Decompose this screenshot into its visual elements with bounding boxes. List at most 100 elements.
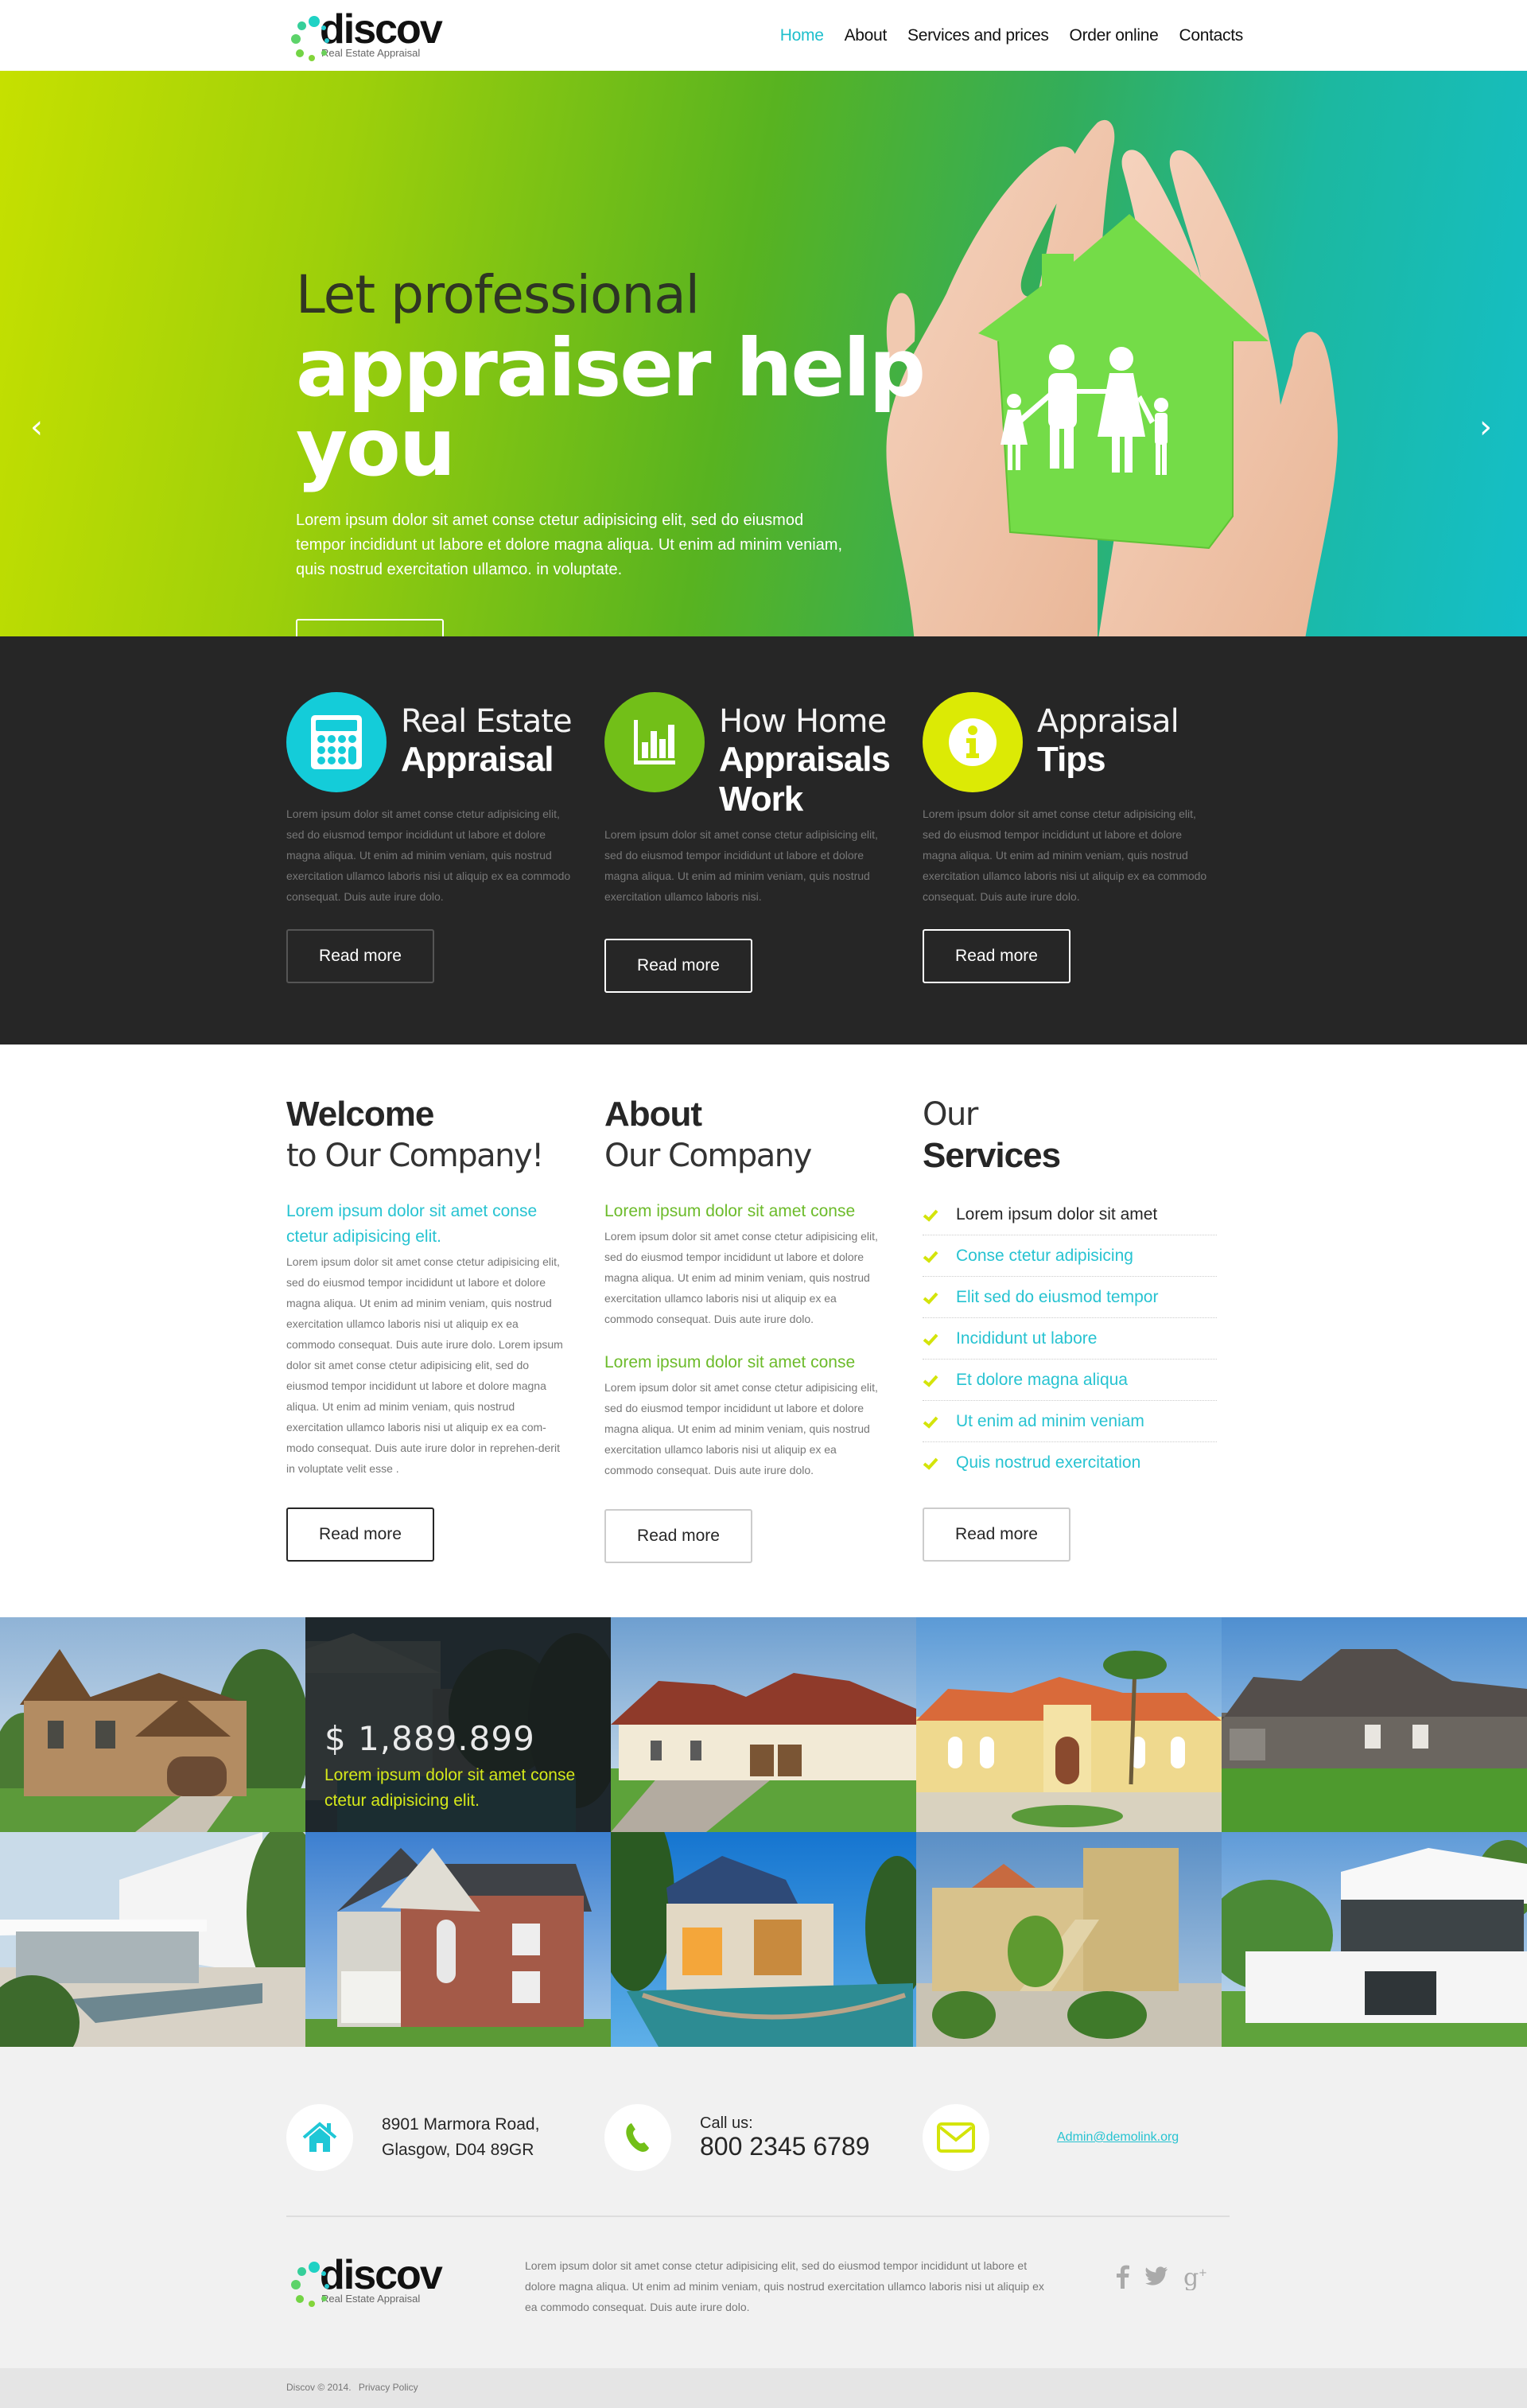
property-gallery: $ 1,889.899 Lorem ipsum dolor sit amet c… [0,1617,1527,2047]
footer-text: Lorem ipsum dolor sit amet conse ctetur … [525,2259,1044,2313]
services-read-more-button[interactable]: Read more [923,1507,1070,1562]
feature-how-home-appraisals-work: How Home Appraisals Work Lorem ipsum dol… [604,692,923,993]
logo-name: discov [320,2252,443,2298]
logo-tagline: Real Estate Appraisal [321,2293,421,2305]
logo-dots-icon [286,2257,331,2307]
footer-logo[interactable]: discov Real Estate Appraisal [286,2252,525,2307]
welcome-read-more-button[interactable]: Read more [286,1507,434,1562]
service-item[interactable]: Et dolore magna aliqua [923,1360,1217,1401]
feature-title-light: Appraisal [1037,703,1179,740]
service-item[interactable]: Elit sed do eiusmod tempor [923,1277,1217,1318]
bar-chart-icon [604,692,705,792]
logo-dots-icon [286,11,331,61]
gallery-tile[interactable] [611,1617,916,1832]
check-icon [923,1333,938,1346]
svg-text:+: + [1199,2267,1207,2279]
about-column: About Our Company Lorem ipsum dolor sit … [604,1094,923,1563]
feature-title-light: Real Estate [401,703,573,740]
hero-description: Lorem ipsum dolor sit amet conse ctetur … [296,512,843,578]
gallery-tile[interactable] [0,1832,305,2047]
services-title-bold: Services [923,1136,1061,1175]
service-item[interactable]: Conse ctetur adipisicing [923,1235,1217,1277]
gallery-tile[interactable] [305,1832,611,2047]
about-title-light: Our Company [604,1138,812,1174]
house-photo [611,1617,916,1832]
social-links: g + [1117,2264,1207,2297]
copyright-text: Discov © 2014. [286,2382,352,2393]
address-line-2: Glasgow, D04 89GR [382,2141,534,2159]
feature-title-bold: Appraisals Work [719,740,891,819]
check-icon [923,1375,938,1387]
service-item[interactable]: Incididunt ut labore [923,1318,1217,1360]
call-us-label: Call us: [700,2114,753,2132]
check-icon [923,1209,938,1222]
feature-description: Lorem ipsum dolor sit amet conse ctetur … [604,828,878,903]
check-icon [923,1457,938,1470]
slider-next-arrow-icon[interactable]: › [1479,411,1492,443]
feature-description: Lorem ipsum dolor sit amet conse ctetur … [923,807,1207,903]
feature-title-light: How Home [719,703,887,740]
info-icon [923,692,1023,792]
services-column: Our Services Lorem ipsum dolor sit amet … [923,1094,1241,1563]
house-photo [611,1832,916,2047]
gallery-tile[interactable] [916,1832,1222,2047]
featured-description: Lorem ipsum dolor sit amet conse ctetur … [324,1766,576,1810]
about-text-1: Lorem ipsum dolor sit amet conse ctetur … [604,1230,878,1325]
about-read-more-button[interactable]: Read more [604,1509,752,1563]
gallery-tile[interactable] [611,1832,916,2047]
logo[interactable]: discov Real Estate Appraisal [286,9,443,61]
service-item[interactable]: Ut enim ad minim veniam [923,1401,1217,1442]
main-nav: Home About Services and prices Order onl… [780,26,1244,45]
envelope-icon [923,2104,989,2171]
nav-order-online[interactable]: Order online [1070,26,1159,45]
house-photo [916,1617,1222,1832]
gallery-tile[interactable] [1222,1617,1527,1832]
phone-icon [604,2104,671,2171]
footer-divider [286,2215,1230,2217]
gallery-tile[interactable] [0,1617,305,1832]
slider-prev-arrow-icon[interactable]: ‹ [30,411,43,443]
facebook-icon[interactable] [1117,2265,1129,2297]
gallery-tile[interactable] [916,1617,1222,1832]
address-block: 8901 Marmora Road, Glasgow, D04 89GR [286,2104,604,2171]
contact-section: 8901 Marmora Road, Glasgow, D04 89GR Cal… [0,2047,1527,2368]
privacy-policy-link[interactable]: Privacy Policy [359,2382,418,2393]
bottom-bar: Discov © 2014. Privacy Policy [0,2368,1527,2408]
nav-contacts[interactable]: Contacts [1179,26,1244,45]
feature-title-bold: Tips [1037,740,1106,779]
logo-tagline: Real Estate Appraisal [321,46,421,59]
twitter-icon[interactable] [1145,2265,1168,2297]
address-line-1: 8901 Marmora Road, [382,2115,540,2134]
welcome-title-light: to Our Company! [286,1138,544,1174]
phone-block: Call us: 800 2345 6789 [604,2104,923,2171]
feature-title-bold: Appraisal [401,740,554,779]
features-section: Real Estate Appraisal Lorem ipsum dolor … [0,636,1527,1045]
nav-about[interactable]: About [845,26,888,45]
featured-price: $ 1,889.899 [324,1719,535,1758]
feature-description: Lorem ipsum dolor sit amet conse ctetur … [286,807,571,903]
nav-home[interactable]: Home [780,26,824,45]
service-item[interactable]: Lorem ipsum dolor sit amet [923,1194,1217,1235]
house-photo [0,1832,305,2047]
feature-read-more-button[interactable]: Read more [923,929,1070,983]
welcome-subtitle: Lorem ipsum dolor sit amet conse ctetur … [286,1202,538,1246]
hero-read-more-button[interactable]: Read more [296,619,444,636]
house-photo [0,1617,305,1832]
feature-read-more-button[interactable]: Read more [286,929,434,983]
about-title-bold: About [604,1095,702,1134]
feature-read-more-button[interactable]: Read more [604,939,752,993]
hero-title-line1: Let professional [296,264,700,325]
services-list: Lorem ipsum dolor sit amet Conse ctetur … [923,1194,1217,1484]
google-plus-icon[interactable]: g + [1183,2264,1207,2297]
hero-title-line2: appraiser help you [296,321,926,494]
hero-slider: Let professional appraiser help you Lore… [0,71,1527,636]
house-photo [916,1832,1222,2047]
feature-appraisal-tips: Appraisal Tips Lorem ipsum dolor sit ame… [923,692,1241,993]
gallery-tile[interactable] [1222,1832,1527,2047]
info-section: Welcome to Our Company! Lorem ipsum dolo… [0,1045,1527,1617]
gallery-featured-tile[interactable]: $ 1,889.899 Lorem ipsum dolor sit amet c… [305,1617,611,1832]
service-item[interactable]: Quis nostrud exercitation [923,1442,1217,1484]
email-link[interactable]: Admin@demolink.org [1057,2130,1179,2145]
nav-services-and-prices[interactable]: Services and prices [907,26,1049,45]
phone-number-link[interactable]: 800 2345 6789 [700,2132,870,2161]
